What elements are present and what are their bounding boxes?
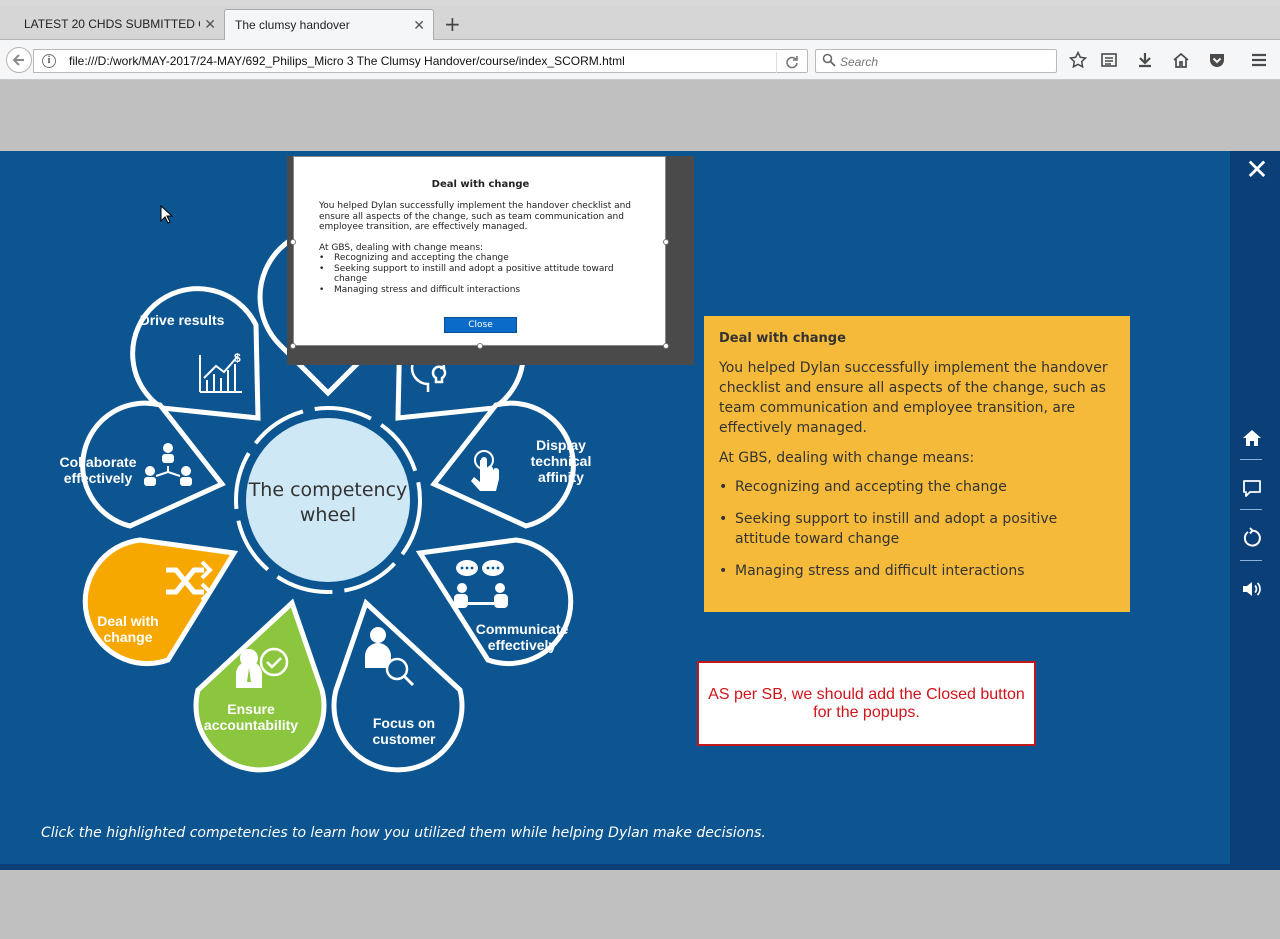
tab-strip: LATEST 20 CHDS SUBMITTED ON ✕ The clumsy… xyxy=(0,6,1280,40)
popup-list: Recognizing and accepting the change See… xyxy=(319,253,649,295)
popup-body: You helped Dylan successfully implement … xyxy=(319,201,632,232)
pocket-icon[interactable] xyxy=(1207,51,1227,71)
list-item: Recognizing and accepting the change xyxy=(319,253,649,264)
reload-icon xyxy=(786,56,798,69)
popup-close-button[interactable]: Close xyxy=(444,317,517,333)
review-note: AS per SB, we should add the Closed butt… xyxy=(697,661,1036,746)
list-item: Recognizing and accepting the change xyxy=(719,477,1115,497)
search-icon xyxy=(822,53,836,67)
resize-handle[interactable] xyxy=(477,343,483,349)
page-top-margin xyxy=(0,81,1280,151)
home-icon[interactable] xyxy=(1171,51,1191,71)
replay-icon[interactable] xyxy=(1240,526,1264,550)
resize-handle[interactable] xyxy=(663,343,669,349)
petal-label-drive-results[interactable]: Drive results xyxy=(132,312,232,328)
info-card-title: Deal with change xyxy=(719,331,846,346)
download-icon[interactable] xyxy=(1135,51,1155,71)
home-icon[interactable] xyxy=(1240,427,1264,451)
petal-label-technical-affinity[interactable]: Display technical affinity xyxy=(520,437,602,485)
list-item: Managing stress and difficult interactio… xyxy=(719,561,1115,581)
list-item: Seeking support to instill and adopt a p… xyxy=(319,264,649,285)
svg-text:$: $ xyxy=(234,351,241,365)
close-icon[interactable]: ✕ xyxy=(204,9,216,39)
resize-handle[interactable] xyxy=(290,343,296,349)
reload-button[interactable] xyxy=(776,52,799,73)
url-bar[interactable]: i file:///D:/work/MAY-2017/24-MAY/692_Ph… xyxy=(33,49,808,73)
new-tab-button[interactable]: + xyxy=(444,14,461,34)
search-bar[interactable] xyxy=(815,49,1057,73)
info-card-list: Recognizing and accepting the change See… xyxy=(719,477,1115,581)
comment-icon[interactable] xyxy=(1240,477,1264,501)
info-icon[interactable]: i xyxy=(42,54,56,68)
course-side-panel xyxy=(1230,151,1280,870)
screen: LATEST 20 CHDS SUBMITTED ON ✕ The clumsy… xyxy=(0,0,1280,939)
menu-icon[interactable] xyxy=(1249,51,1269,71)
navigation-bar: i file:///D:/work/MAY-2017/24-MAY/692_Ph… xyxy=(0,40,1280,80)
volume-icon[interactable] xyxy=(1240,578,1264,602)
search-input[interactable] xyxy=(840,53,1050,70)
tab-latest-chds[interactable]: LATEST 20 CHDS SUBMITTED ON ✕ xyxy=(2,9,224,40)
side-divider xyxy=(1240,509,1262,510)
petal-label-communicate[interactable]: Communicate effectively xyxy=(468,621,576,653)
popup-dialog: Deal with change You helped Dylan succes… xyxy=(293,156,666,346)
resize-handle[interactable] xyxy=(290,239,296,245)
side-divider xyxy=(1240,560,1262,561)
petal-label-focus-customer[interactable]: Focus on customer xyxy=(362,715,446,747)
petal-label-collaborate[interactable]: Collaborate effectively xyxy=(52,454,144,486)
side-divider xyxy=(1240,459,1262,460)
petal-label-ensure-accountability[interactable]: Ensure accountability xyxy=(196,701,306,733)
wheel-hub-label: The competency wheel xyxy=(248,479,408,526)
info-card-body: You helped Dylan successfully implement … xyxy=(719,360,1108,436)
popup-intro: At GBS, dealing with change means: xyxy=(319,243,484,253)
petal-deal-with-change[interactable] xyxy=(82,537,239,667)
tab-clumsy-handover[interactable]: The clumsy handover ✕ xyxy=(224,9,434,40)
page-bottom-margin xyxy=(0,870,1280,939)
back-button[interactable] xyxy=(6,47,32,73)
info-card-intro: At GBS, dealing with change means: xyxy=(719,450,975,466)
mouse-cursor-icon xyxy=(160,205,174,224)
close-icon[interactable]: ✕ xyxy=(413,10,425,40)
popup-title: Deal with change xyxy=(431,179,530,190)
bookmark-star-icon[interactable] xyxy=(1068,50,1088,71)
arrow-left-icon xyxy=(12,54,24,66)
info-card: Deal with change You helped Dylan succes… xyxy=(704,316,1130,612)
reading-list-icon[interactable] xyxy=(1099,51,1119,71)
resize-handle[interactable] xyxy=(663,239,669,245)
list-item: Managing stress and difficult interactio… xyxy=(319,285,649,296)
tab-title: The clumsy handover xyxy=(235,18,350,32)
list-item: Seeking support to instill and adopt a p… xyxy=(719,509,1115,549)
instruction-text: Click the highlighted competencies to le… xyxy=(41,825,766,841)
url-text[interactable]: file:///D:/work/MAY-2017/24-MAY/692_Phil… xyxy=(69,54,625,68)
close-course-button[interactable]: ✕ xyxy=(1245,156,1269,184)
petal-label-deal-with-change[interactable]: Deal with change xyxy=(88,613,168,645)
tab-title: LATEST 20 CHDS SUBMITTED ON xyxy=(24,17,200,31)
